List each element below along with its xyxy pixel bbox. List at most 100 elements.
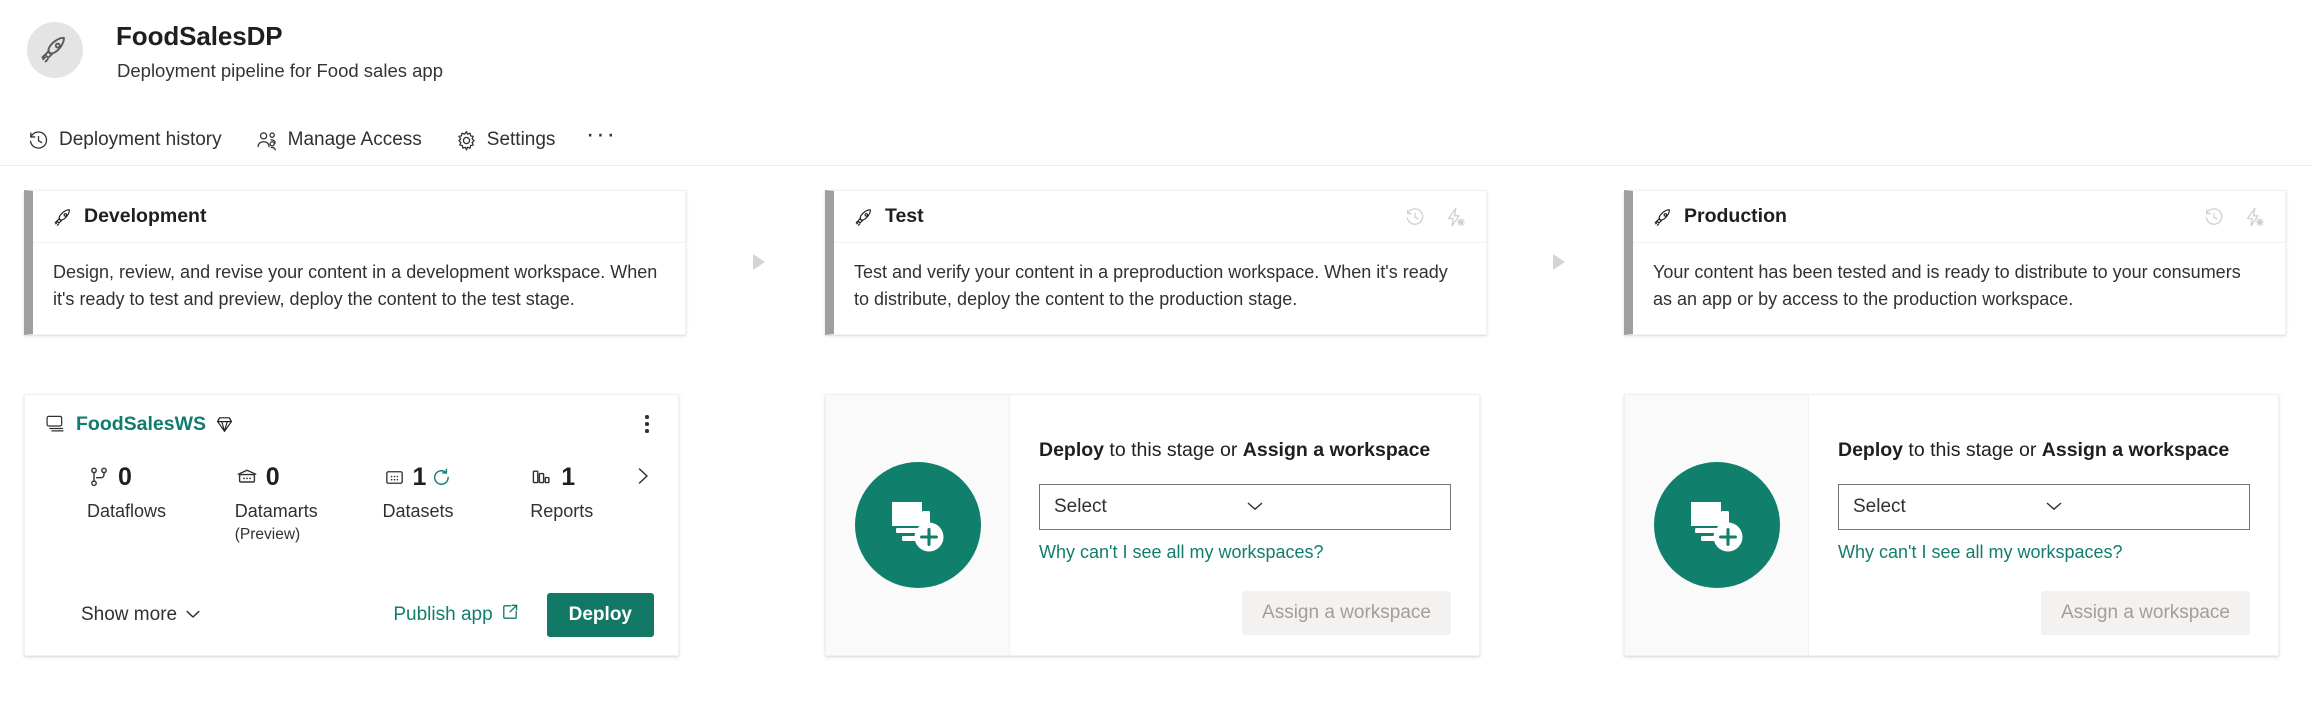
history-icon[interactable] [1402,204,1428,230]
stage-header: Test [834,191,1486,243]
dataflow-icon [87,465,111,489]
page-title: FoodSalesDP [116,21,283,51]
assign-card-title: Deploy to this stage or Assign a workspa… [1838,439,2250,462]
header-divider [0,165,2313,166]
metric-sublabel: (Preview) [234,526,301,543]
arrow-right-icon [1549,250,1569,279]
toolbar-item-label: Settings [486,129,556,150]
deployment-rules-icon[interactable] [2241,204,2267,230]
assign-card-body: Deploy to this stage or Assign a workspa… [1010,395,1479,655]
stage-header: Development [33,191,685,243]
workspace-help-link[interactable]: Why can't I see all my workspaces? [1039,542,1451,563]
metric-value: 0 [265,462,280,491]
publish-app-label: Publish app [393,604,493,625]
history-icon[interactable] [2201,204,2227,230]
refresh-icon[interactable] [431,467,452,488]
assign-card-title-deploy: Deploy [1039,439,1105,461]
metric-label: Datamarts [234,501,318,521]
workspace-select[interactable]: Select [1039,484,1451,530]
workspace-card-header: FoodSalesWS [25,395,678,435]
stage-card-production: Production Your content has been tested … [1624,190,2286,336]
stage-header: Production [1633,191,2285,243]
stage-actions [1402,204,1468,230]
toolbar-item-label: Deployment history [59,129,222,150]
toolbar-item-label: Manage Access [287,129,422,150]
metric-value: 1 [412,462,427,491]
stage-name: Development [84,205,207,227]
stage-column-production: Production Your content has been tested … [1624,190,2286,336]
assign-card-title-mid: to this stage or [1104,439,1243,461]
assign-workspace-button[interactable]: Assign a workspace [2041,591,2250,635]
metric-dataflows[interactable]: 0 Dataflows [87,462,235,522]
workspace-name[interactable]: FoodSalesWS [76,413,206,436]
metric-datamarts[interactable]: 0 Datamarts (Preview) [235,462,383,544]
stage-column-test: Test Test and verify your content in a p… [825,190,1487,336]
dataset-icon [383,466,406,489]
workspace-select-value: Select [1054,496,1107,517]
report-icon [530,466,554,489]
stage-description: Test and verify your content in a prepro… [854,262,1448,309]
toolbar-item-manage-access[interactable]: Manage Access [255,119,433,161]
publish-app-button[interactable]: Publish app [393,603,518,627]
workspace-help-link[interactable]: Why can't I see all my workspaces? [1838,542,2250,563]
add-workspace-icon [854,462,981,588]
stage-connector-2 [1545,250,1573,278]
assign-card-body: Deploy to this stage or Assign a workspa… [1809,395,2278,655]
metric-datasets[interactable]: 1 Datasets [383,462,531,522]
workspace-select-value: Select [1853,496,1906,517]
stage-name: Production [1684,205,1787,227]
add-workspace-icon [1653,462,1780,588]
page-subtitle: Deployment pipeline for Food sales app [117,60,443,81]
datamart-icon [235,465,259,489]
show-more-button[interactable]: Show more [81,604,201,626]
chevron-down-icon [2045,496,2237,518]
deploy-button[interactable]: Deploy [546,593,654,637]
assign-workspace-card-production: Deploy to this stage or Assign a workspa… [1624,394,2279,656]
assign-card-illustration [826,395,1010,655]
assign-card-title-assign: Assign a workspace [2041,439,2230,461]
workspace-stack-icon [45,414,67,434]
more-options-icon[interactable] [634,410,660,438]
assign-workspace-button[interactable]: Assign a workspace [1242,591,1451,635]
toolbar-overflow-button[interactable]: ··· [586,122,615,156]
people-icon [255,129,279,152]
workspace-metrics: 0 Dataflows 0 Datamarts (Preview) 1 Data… [25,435,678,544]
avatar [27,22,83,78]
history-icon [27,129,50,152]
workspace-card-footer: Show more Publish app Deploy [25,593,678,637]
toolbar: Deployment history Manage Access Setting… [27,119,615,161]
open-in-new-icon [501,603,519,627]
assign-card-title: Deploy to this stage or Assign a workspa… [1039,439,1451,462]
metric-value: 0 [118,462,132,491]
workspace-select[interactable]: Select [1838,484,2250,530]
assign-card-illustration [1625,395,1809,655]
arrow-right-icon [749,250,769,279]
metric-label: Datasets [382,501,454,521]
rocket-icon [39,32,71,69]
rocket-icon [1653,206,1674,227]
toolbar-item-deployment-history[interactable]: Deployment history [27,119,233,161]
workspace-card: FoodSalesWS 0 Dataflows 0 Datamarts (Pre… [24,394,679,656]
metric-value: 1 [561,462,576,491]
chevron-right-icon[interactable] [630,463,656,489]
stage-connector-1 [745,250,773,278]
gear-icon [455,129,478,152]
stage-card-test: Test Test and verify your content in a p… [825,190,1487,336]
assign-workspace-card-test: Deploy to this stage or Assign a workspa… [825,394,1480,656]
stage-card-development: Development Design, review, and revise y… [24,190,686,336]
premium-diamond-icon [215,415,234,434]
assign-card-title-mid: to this stage or [1903,439,2042,461]
stage-description: Your content has been tested and is read… [1653,262,2241,309]
chevron-down-icon [1246,496,1438,518]
toolbar-item-settings[interactable]: Settings [455,119,567,161]
metric-label: Reports [530,501,594,521]
metric-label: Dataflows [87,501,167,521]
assign-card-title-deploy: Deploy [1838,439,1904,461]
show-more-label: Show more [81,604,178,625]
rocket-icon [53,206,74,227]
assign-card-title-assign: Assign a workspace [1242,439,1431,461]
rocket-icon [854,206,875,227]
deployment-rules-icon[interactable] [1442,204,1468,230]
stage-actions [2201,204,2267,230]
stage-column-development: Development Design, review, and revise y… [24,190,686,336]
